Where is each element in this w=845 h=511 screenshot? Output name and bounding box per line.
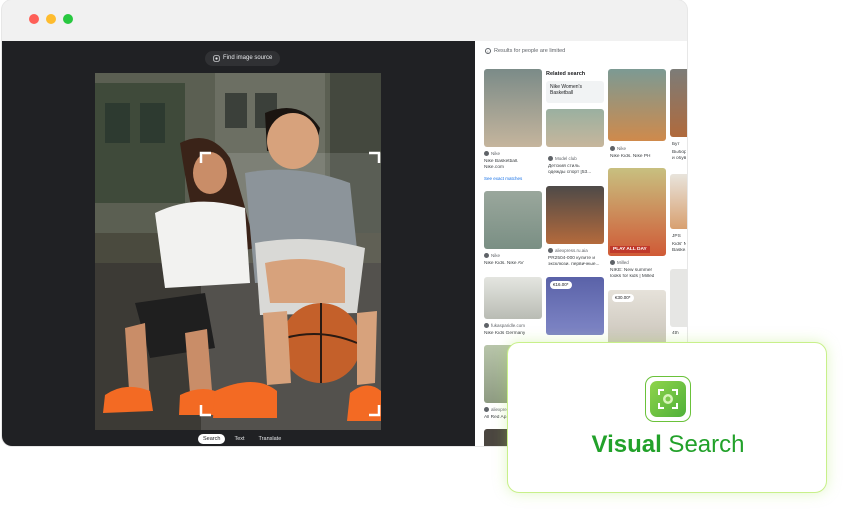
find-image-source-label: Find image source <box>223 55 273 61</box>
result-card[interactable] <box>608 168 666 256</box>
visual-search-card: Visual Search <box>507 342 827 493</box>
see-exact-matches-link[interactable]: See exact matches <box>484 176 522 181</box>
lens-icon <box>658 389 678 409</box>
result-card[interactable] <box>546 186 604 244</box>
result-source: fukasparidle.com <box>484 323 525 328</box>
result-source: JPS <box>672 234 681 239</box>
results-notice-text: Results for people are limited <box>494 48 566 54</box>
result-title: Nike.com <box>484 165 504 170</box>
result-card[interactable] <box>670 69 687 137</box>
results-notice: i Results for people are limited <box>485 48 565 54</box>
source-favicon <box>548 156 553 161</box>
minimize-window-button[interactable] <box>46 14 56 24</box>
visual-search-title: Visual Search <box>508 431 828 459</box>
source-favicon <box>484 253 489 258</box>
result-title: и обув... <box>672 156 686 161</box>
result-source: 4th <box>672 331 679 336</box>
query-photo <box>95 73 381 430</box>
result-title: одежды спорт [53... <box>548 170 592 175</box>
result-card[interactable] <box>608 69 666 141</box>
find-image-source-button[interactable]: Find image source <box>205 51 281 66</box>
image-viewer: Find image source Search Text Translate <box>2 41 475 446</box>
title-bar <box>2 0 687 41</box>
result-card[interactable] <box>484 69 542 147</box>
result-title: Nike Kids. Nike PH <box>610 154 651 159</box>
result-source: Nike <box>484 151 500 156</box>
info-icon: i <box>485 48 491 54</box>
tab-translate[interactable]: Translate <box>254 434 287 444</box>
result-card[interactable] <box>546 109 604 147</box>
related-search-chip[interactable]: Nike Women's Basketball <box>546 81 604 103</box>
result-title: эксклюзи. первичные... <box>548 262 600 267</box>
maximize-window-button[interactable] <box>63 14 73 24</box>
mode-tabs: Search Text Translate <box>198 434 286 444</box>
result-source: Model club <box>548 156 577 161</box>
source-favicon <box>484 407 489 412</box>
related-search-chip-label: Nike Women's Basketball <box>550 84 582 96</box>
page: Find image source Search Text Translate … <box>0 0 845 511</box>
result-title: Nike Kids. Nike AV <box>484 261 524 266</box>
price-badge: €16.00* <box>550 281 572 289</box>
visual-search-title-bold: Visual <box>591 431 662 458</box>
play-all-day-badge: PLAY ALL DAY <box>610 246 650 253</box>
result-title: looks for kids | Milled <box>610 274 655 279</box>
result-source: Milled <box>610 260 629 265</box>
result-card[interactable] <box>670 174 687 229</box>
result-source: Nike <box>610 146 626 151</box>
result-title: Nike Kids Germany <box>484 331 526 336</box>
result-source: aliexpress.ru.aia <box>548 248 588 253</box>
result-source: Бут <box>672 142 680 147</box>
tab-text[interactable]: Text <box>229 434 249 444</box>
source-favicon <box>548 248 553 253</box>
tab-search[interactable]: Search <box>198 434 226 444</box>
close-window-button[interactable] <box>29 14 39 24</box>
source-favicon <box>610 146 615 151</box>
result-card[interactable] <box>670 269 687 327</box>
source-favicon <box>484 323 489 328</box>
price-badge: €30.00* <box>612 294 634 302</box>
related-search-title: Related search <box>546 71 586 77</box>
lens-icon <box>213 55 220 62</box>
result-source: Nike <box>484 253 500 258</box>
source-favicon <box>484 151 489 156</box>
result-title: Baske... <box>672 248 686 253</box>
visual-search-title-rest: Search <box>661 431 745 458</box>
source-favicon <box>610 260 615 265</box>
result-card[interactable] <box>484 277 542 319</box>
result-card[interactable] <box>484 191 542 249</box>
visual-search-app-icon <box>645 376 691 422</box>
